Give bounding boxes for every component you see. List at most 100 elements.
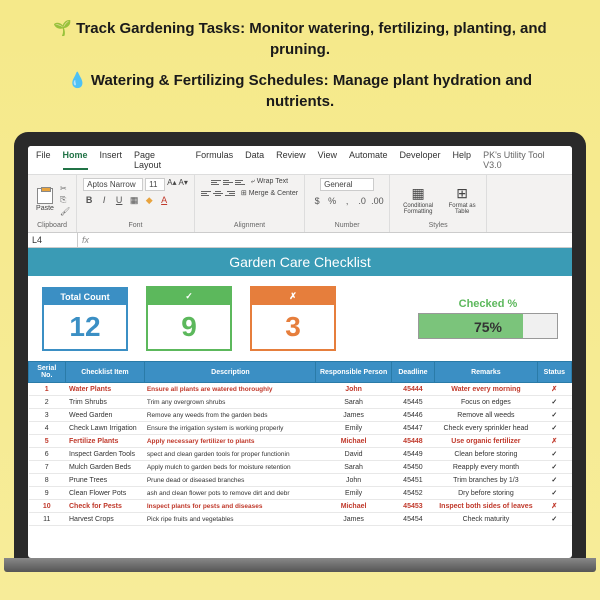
cell-deadline[interactable]: 45448 (391, 435, 434, 448)
cell-item[interactable]: Clean Flower Pots (65, 487, 145, 500)
menu-utility-tool[interactable]: PK's Utility Tool V3.0 (483, 150, 564, 170)
conditional-formatting-button[interactable]: ▦ Conditional Formatting (396, 188, 440, 212)
table-row[interactable]: 4Check Lawn IrrigationEnsure the irrigat… (29, 422, 572, 435)
cell-serial[interactable]: 2 (29, 396, 66, 409)
name-box[interactable]: L4 (28, 233, 78, 247)
cell-remarks[interactable]: Remove all weeds (435, 409, 538, 422)
cell-deadline[interactable]: 45451 (391, 474, 434, 487)
cell-serial[interactable]: 6 (29, 448, 66, 461)
percent-button[interactable]: % (326, 196, 338, 206)
th-serial[interactable]: Serial No. (29, 362, 66, 383)
cell-item[interactable]: Inspect Garden Tools (65, 448, 145, 461)
menu-insert[interactable]: Insert (100, 150, 123, 170)
table-row[interactable]: 5Fertilize PlantsApply necessary fertili… (29, 435, 572, 448)
copy-icon[interactable]: ⎘ (60, 195, 70, 205)
cell-desc[interactable]: Remove any weeds from the garden beds (145, 409, 316, 422)
format-painter-icon[interactable]: 🖌 (60, 207, 70, 216)
cell-person[interactable]: Sarah (316, 396, 391, 409)
cell-person[interactable]: John (316, 474, 391, 487)
cell-serial[interactable]: 7 (29, 461, 66, 474)
cell-remarks[interactable]: Water every morning (435, 383, 538, 396)
cell-person[interactable]: Sarah (316, 461, 391, 474)
cell-status[interactable]: ✗ (537, 500, 571, 513)
menu-automate[interactable]: Automate (349, 150, 388, 170)
cell-person[interactable]: James (316, 409, 391, 422)
menu-view[interactable]: View (318, 150, 337, 170)
menu-file[interactable]: File (36, 150, 51, 170)
cell-item[interactable]: Mulch Garden Beds (65, 461, 145, 474)
cut-icon[interactable]: ✂ (60, 184, 70, 193)
formula-input[interactable] (93, 233, 572, 247)
cell-remarks[interactable]: Check every sprinkler head (435, 422, 538, 435)
font-color-button[interactable]: A (158, 195, 170, 206)
cell-serial[interactable]: 10 (29, 500, 66, 513)
cell-status[interactable]: ✓ (537, 396, 571, 409)
menu-home[interactable]: Home (63, 150, 88, 170)
cell-item[interactable]: Check for Pests (65, 500, 145, 513)
cell-desc[interactable]: Trim any overgrown shrubs (145, 396, 316, 409)
paste-button[interactable]: Paste (34, 188, 56, 212)
merge-center-button[interactable]: ⊞ Merge & Center (241, 189, 298, 197)
align-middle-icon[interactable] (223, 178, 233, 186)
cell-serial[interactable]: 8 (29, 474, 66, 487)
th-desc[interactable]: Description (145, 362, 316, 383)
cell-person[interactable]: David (316, 448, 391, 461)
th-person[interactable]: Responsible Person (316, 362, 391, 383)
menu-review[interactable]: Review (276, 150, 306, 170)
cell-deadline[interactable]: 45450 (391, 461, 434, 474)
cell-serial[interactable]: 4 (29, 422, 66, 435)
cell-person[interactable]: Michael (316, 500, 391, 513)
cell-deadline[interactable]: 45444 (391, 383, 434, 396)
cell-status[interactable]: ✓ (537, 474, 571, 487)
cell-desc[interactable]: ash and clean flower pots to remove dirt… (145, 487, 316, 500)
font-size-select[interactable]: 11 (145, 178, 165, 191)
cell-deadline[interactable]: 45454 (391, 513, 434, 526)
cell-status[interactable]: ✗ (537, 435, 571, 448)
number-format-select[interactable]: General (320, 178, 374, 191)
decrease-decimal-button[interactable]: .00 (371, 196, 383, 206)
wrap-text-button[interactable]: ⤶ Wrap Text (251, 178, 288, 186)
cell-desc[interactable]: Ensure the irrigation system is working … (145, 422, 316, 435)
cell-status[interactable]: ✓ (537, 409, 571, 422)
cell-remarks[interactable]: Focus on edges (435, 396, 538, 409)
cell-desc[interactable]: Apply mulch to garden beds for moisture … (145, 461, 316, 474)
cell-remarks[interactable]: Reapply every month (435, 461, 538, 474)
underline-button[interactable]: U (113, 195, 125, 206)
cell-deadline[interactable]: 45449 (391, 448, 434, 461)
th-remarks[interactable]: Remarks (435, 362, 538, 383)
cell-desc[interactable]: Prune dead or diseased branches (145, 474, 316, 487)
cell-desc[interactable]: spect and clean garden tools for proper … (145, 448, 316, 461)
cell-person[interactable]: Emily (316, 422, 391, 435)
table-row[interactable]: 8Prune TreesPrune dead or diseased branc… (29, 474, 572, 487)
cell-item[interactable]: Prune Trees (65, 474, 145, 487)
cell-desc[interactable]: Apply necessary fertilizer to plants (145, 435, 316, 448)
cell-person[interactable]: John (316, 383, 391, 396)
cell-remarks[interactable]: Trim branches by 1/3 (435, 474, 538, 487)
cell-remarks[interactable]: Dry before storing (435, 487, 538, 500)
fx-icon[interactable]: fx (78, 233, 93, 247)
cell-status[interactable]: ✓ (537, 448, 571, 461)
cell-person[interactable]: Michael (316, 435, 391, 448)
cell-item[interactable]: Check Lawn Irrigation (65, 422, 145, 435)
cell-serial[interactable]: 3 (29, 409, 66, 422)
currency-button[interactable]: $ (311, 196, 323, 206)
worksheet[interactable]: Garden Care Checklist Total Count 12 ✓ 9… (28, 248, 572, 526)
increase-decimal-button[interactable]: .0 (356, 196, 368, 206)
cell-deadline[interactable]: 45445 (391, 396, 434, 409)
cell-item[interactable]: Harvest Crops (65, 513, 145, 526)
th-deadline[interactable]: Deadline (391, 362, 434, 383)
cell-desc[interactable]: Ensure all plants are watered thoroughly (145, 383, 316, 396)
table-row[interactable]: 11Harvest CropsPick ripe fruits and vege… (29, 513, 572, 526)
cell-remarks[interactable]: Inspect both sides of leaves (435, 500, 538, 513)
cell-serial[interactable]: 11 (29, 513, 66, 526)
table-row[interactable]: 7Mulch Garden BedsApply mulch to garden … (29, 461, 572, 474)
cell-desc[interactable]: Pick ripe fruits and vegetables (145, 513, 316, 526)
cell-person[interactable]: James (316, 513, 391, 526)
menu-formulas[interactable]: Formulas (196, 150, 234, 170)
th-item[interactable]: Checklist Item (65, 362, 145, 383)
increase-font-icon[interactable]: A▴ (167, 178, 176, 191)
cell-remarks[interactable]: Use organic fertilizer (435, 435, 538, 448)
menu-help[interactable]: Help (453, 150, 472, 170)
cell-deadline[interactable]: 45447 (391, 422, 434, 435)
table-row[interactable]: 9Clean Flower Potsash and clean flower p… (29, 487, 572, 500)
